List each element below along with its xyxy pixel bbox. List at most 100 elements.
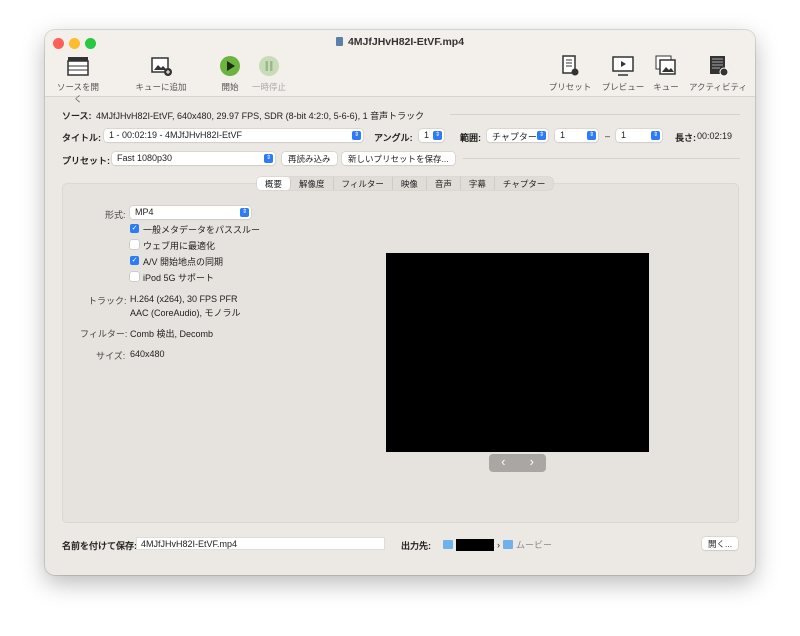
title-label: タイトル:	[62, 133, 101, 143]
range-dash: –	[605, 131, 611, 141]
activity-label: アクティビティ	[688, 82, 748, 92]
filters-label: フィルター:	[80, 329, 128, 339]
folder-icon	[443, 540, 453, 549]
tab-summary[interactable]: 概要	[257, 177, 292, 190]
preset-value: Fast 1080p30	[117, 153, 173, 163]
divider	[450, 114, 740, 115]
web-optimize-label: ウェブ用に最適化	[143, 241, 216, 251]
audio-track: AAC (CoreAudio), モノラル	[130, 308, 241, 318]
av-align-checkbox[interactable]: ✓	[130, 256, 139, 265]
angle-value: 1	[424, 130, 430, 140]
chevron-updown-icon: ⇕	[587, 131, 596, 140]
web-optimize-checkbox[interactable]	[130, 240, 139, 249]
chevron-updown-icon: ⇕	[240, 208, 249, 217]
preset-select[interactable]: Fast 1080p30 ⇕	[112, 152, 275, 165]
reload-preset-button[interactable]: 再読み込み	[282, 152, 337, 165]
presets-icon	[558, 54, 582, 78]
presets-button[interactable]: プリセット	[548, 54, 592, 93]
range-start-select[interactable]: 1 ⇕	[555, 129, 598, 142]
format-select[interactable]: MP4 ⇕	[130, 206, 251, 219]
preview-icon	[611, 54, 635, 78]
tab-filters[interactable]: フィルター	[334, 177, 393, 190]
title-value: 1 - 00:02:19 - 4MJfJHvH82I-EtVF	[109, 130, 243, 140]
play-icon	[218, 54, 242, 78]
tab-bar: 概要 解像度 フィルター 映像 音声 字幕 チャプター	[257, 177, 554, 190]
format-label: 形式:	[105, 210, 126, 220]
queue-label: キュー	[653, 82, 679, 92]
size-value: 640x480	[130, 349, 165, 359]
save-as-label: 名前を付けて保存:	[62, 541, 137, 551]
tracks-label: トラック:	[88, 296, 127, 306]
presets-label: プリセット	[548, 82, 592, 92]
redacted-folder	[456, 538, 494, 551]
filename-input[interactable]: 4MJfJHvH82I-EtVF.mp4	[136, 537, 385, 550]
preview-nav: ‹ ›	[489, 454, 546, 472]
toolbar: 4MJfJHvH82I-EtVF.mp4 ソースを開く キューに追加 開始 一時…	[45, 30, 755, 104]
chevron-updown-icon: ⇕	[537, 131, 546, 140]
document-icon	[335, 37, 343, 46]
angle-select[interactable]: 1 ⇕	[419, 129, 444, 142]
range-label: 範囲:	[460, 133, 481, 143]
preview-label: プレビュー	[601, 82, 645, 92]
ipod-support-checkbox[interactable]	[130, 272, 139, 281]
passthru-metadata-label: 一般メタデータをパススルー	[143, 225, 261, 235]
range-end-select[interactable]: 1 ⇕	[616, 129, 662, 142]
start-label: 開始	[221, 82, 239, 92]
tab-video[interactable]: 映像	[393, 177, 427, 190]
av-align-label: A/V 開始地点の同期	[143, 257, 224, 267]
open-source-label: ソースを開く	[56, 82, 100, 104]
source-info: 4MJfJHvH82I-EtVF, 640x480, 29.97 FPS, SD…	[96, 111, 425, 121]
video-track: H.264 (x264), 30 FPS PFR	[130, 294, 238, 304]
add-queue-icon	[149, 54, 173, 78]
folder-icon	[503, 540, 513, 549]
source-label: ソース:	[62, 111, 92, 121]
ipod-support-label: iPod 5G サポート	[143, 273, 215, 283]
chevron-updown-icon: ⇕	[264, 154, 273, 163]
duration-label: 長さ:	[675, 133, 696, 143]
activity-icon	[706, 54, 730, 78]
tab-chapters[interactable]: チャプター	[495, 177, 553, 190]
passthru-metadata-checkbox[interactable]: ✓	[130, 224, 139, 233]
activity-button[interactable]: アクティビティ	[687, 54, 749, 93]
destination-folder: ムービー	[516, 540, 553, 550]
app-window: 4MJfJHvH82I-EtVF.mp4 ソースを開く キューに追加 開始 一時…	[45, 30, 755, 575]
tab-subtitles[interactable]: 字幕	[461, 177, 495, 190]
range-start-value: 1	[560, 130, 566, 140]
pause-button[interactable]: 一時停止	[251, 54, 287, 93]
angle-label: アングル:	[374, 133, 413, 143]
tab-audio[interactable]: 音声	[427, 177, 461, 190]
destination-path[interactable]: › ムービー	[443, 538, 552, 551]
format-value: MP4	[135, 207, 154, 217]
save-new-preset-button[interactable]: 新しいプリセットを保存...	[342, 152, 455, 165]
chevron-updown-icon: ⇕	[651, 131, 660, 140]
previous-button[interactable]: ‹	[489, 454, 518, 472]
title-text: 4MJfJHvH82I-EtVF.mp4	[347, 36, 465, 48]
next-button[interactable]: ›	[518, 454, 547, 472]
filters-value: Comb 検出, Decomb	[130, 329, 214, 339]
preview-image	[386, 253, 649, 452]
destination-label: 出力先:	[401, 541, 431, 551]
range-type-value: チャプター	[492, 132, 537, 142]
browse-button[interactable]: 開く...	[702, 537, 739, 550]
start-button[interactable]: 開始	[215, 54, 245, 93]
clapperboard-icon	[66, 54, 90, 78]
tab-dimensions[interactable]: 解像度	[291, 177, 334, 190]
size-label: サイズ:	[96, 351, 126, 361]
pause-icon	[257, 54, 281, 78]
preview-button[interactable]: プレビュー	[600, 54, 646, 93]
title-select[interactable]: 1 - 00:02:19 - 4MJfJHvH82I-EtVF ⇕	[104, 129, 363, 142]
path-separator: ›	[497, 539, 500, 550]
add-queue-label: キューに追加	[135, 82, 187, 92]
chevron-updown-icon: ⇕	[433, 131, 442, 140]
add-to-queue-button[interactable]: キューに追加	[135, 54, 187, 93]
preset-label: プリセット:	[62, 156, 110, 166]
divider	[463, 158, 740, 159]
range-end-value: 1	[621, 130, 627, 140]
chevron-updown-icon: ⇕	[352, 131, 361, 140]
queue-icon	[654, 54, 678, 78]
window-title: 4MJfJHvH82I-EtVF.mp4	[45, 36, 755, 48]
pause-label: 一時停止	[251, 82, 286, 92]
queue-button[interactable]: キュー	[651, 54, 681, 93]
range-type-select[interactable]: チャプター ⇕	[487, 129, 548, 142]
open-source-button[interactable]: ソースを開く	[53, 54, 103, 105]
